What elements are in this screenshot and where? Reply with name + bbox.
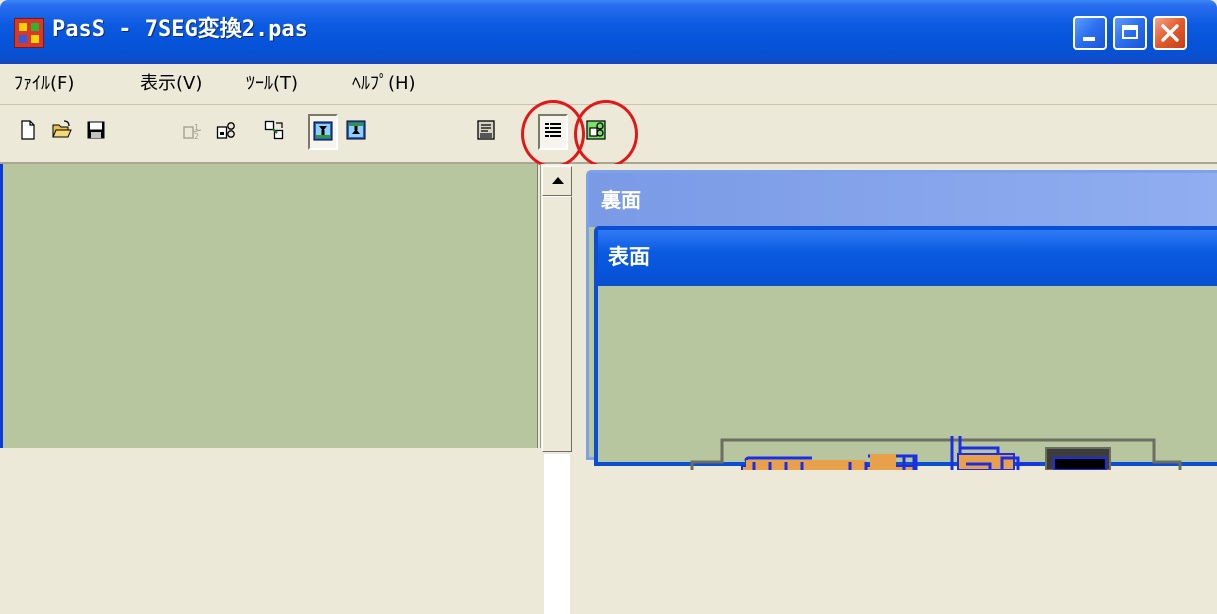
- pad-block: [746, 460, 866, 470]
- toolbar: 1 2: [0, 106, 1217, 164]
- flip-back-button[interactable]: [342, 114, 372, 150]
- layer-edit-icon: [216, 122, 235, 139]
- menu-view[interactable]: 表示(V): [140, 70, 202, 98]
- layer-edit-button[interactable]: [212, 114, 242, 150]
- ic-component: [1053, 457, 1107, 470]
- front-side-window[interactable]: 表面: [594, 226, 1217, 470]
- new-file-icon: [21, 120, 35, 140]
- flip-front-button[interactable]: [308, 114, 338, 150]
- app-window: PasS - 7SEG変換2.pas ﾌｧｲﾙ(F) 表示(V) ﾂｰﾙ(T) …: [0, 0, 1217, 614]
- msg-icon: [477, 120, 495, 140]
- layer-disabled-button[interactable]: 1 2: [178, 114, 208, 150]
- green-config-icon: [586, 120, 606, 140]
- menu-help[interactable]: ﾍﾙﾌﾟ(H): [352, 70, 416, 98]
- close-button[interactable]: [1153, 16, 1187, 50]
- scroll-thumb[interactable]: [542, 196, 572, 452]
- component-select-icon: [264, 120, 284, 140]
- msg-button[interactable]: [472, 114, 502, 150]
- pad-block: [957, 453, 1015, 470]
- list-settings-button[interactable]: [538, 114, 568, 150]
- back-window-title: 裏面: [601, 188, 641, 212]
- title-bar[interactable]: PasS - 7SEG変換2.pas: [0, 0, 1217, 64]
- front-window-titlebar[interactable]: 表面: [598, 230, 1217, 286]
- save-icon: [87, 121, 105, 139]
- vertical-scrollbar[interactable]: [540, 164, 572, 614]
- layer-disabled-icon: 1 2: [183, 123, 202, 140]
- save-button[interactable]: [82, 114, 112, 150]
- scroll-track[interactable]: [544, 454, 570, 614]
- pcb-board-view[interactable]: [598, 286, 1217, 470]
- app-icon[interactable]: [14, 18, 44, 48]
- flip-back-icon: [346, 120, 366, 140]
- green-config-button[interactable]: [582, 114, 612, 150]
- svg-text:2: 2: [194, 132, 199, 140]
- menu-tools[interactable]: ﾂｰﾙ(T): [246, 70, 298, 98]
- flip-front-icon: [313, 121, 333, 141]
- minimize-button[interactable]: [1073, 16, 1107, 50]
- new-file-button[interactable]: [14, 114, 44, 150]
- mdi-area: 裏面 表面: [574, 164, 1217, 470]
- menu-bar: ﾌｧｲﾙ(F) 表示(V) ﾂｰﾙ(T) ﾍﾙﾌﾟ(H): [0, 64, 1217, 105]
- back-window-titlebar[interactable]: 裏面: [589, 173, 1217, 227]
- list-settings-icon: [545, 123, 561, 137]
- front-window-title: 表面: [608, 245, 650, 269]
- open-button[interactable]: [48, 114, 78, 150]
- pad-block: [870, 454, 896, 470]
- scroll-up-button[interactable]: [542, 166, 572, 196]
- menu-file[interactable]: ﾌｧｲﾙ(F): [14, 70, 74, 98]
- open-folder-icon: [52, 120, 72, 138]
- close-icon: [1161, 24, 1179, 42]
- component-select-button[interactable]: [260, 114, 290, 150]
- left-pane[interactable]: [0, 164, 538, 448]
- window-title: PasS - 7SEG変換2.pas: [52, 17, 308, 42]
- maximize-button[interactable]: [1113, 16, 1147, 50]
